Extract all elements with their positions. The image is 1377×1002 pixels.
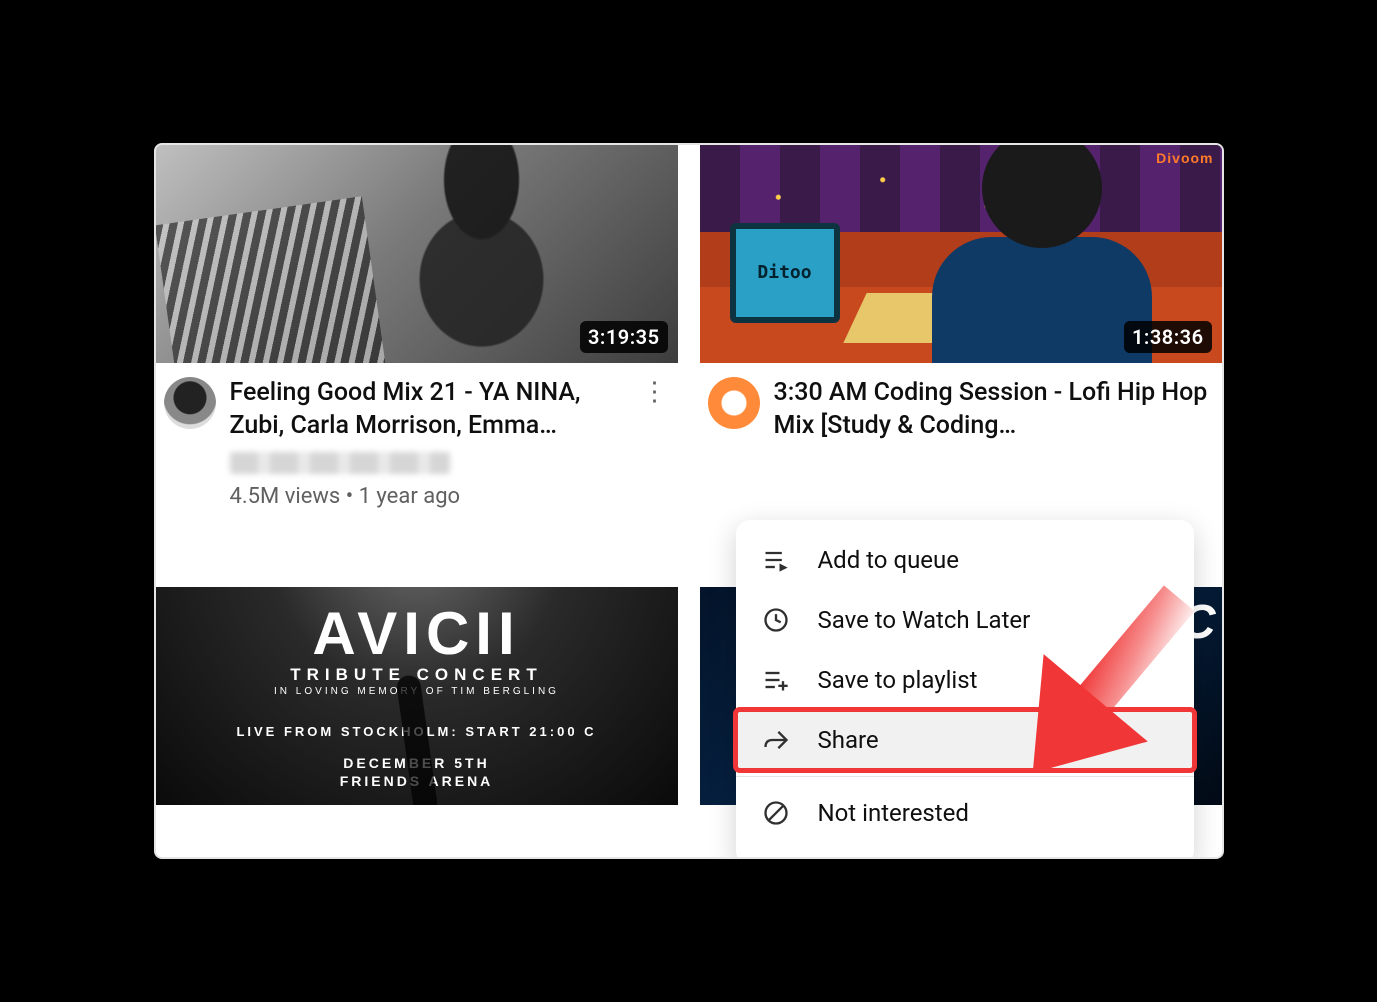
video-thumbnail[interactable]: Divoom 1:38:36	[700, 145, 1222, 363]
not-interested-icon	[762, 799, 790, 827]
channel-avatar[interactable]	[708, 377, 760, 429]
video-meta: Feeling Good Mix 21 - YA NINA, Zubi, Car…	[156, 363, 678, 563]
video-title[interactable]: Feeling Good Mix 21 - YA NINA, Zubi, Car…	[230, 377, 626, 442]
video-thumbnail[interactable]: 3:19:35	[156, 145, 678, 363]
video-context-menu: Add to queue Save to Watch Later Save to…	[736, 520, 1194, 859]
video-card[interactable]: 3:19:35 Feeling Good Mix 21 - YA NINA, Z…	[156, 145, 678, 563]
duration-badge: 1:38:36	[1124, 321, 1212, 353]
more-actions-button[interactable]: ⋮	[640, 377, 670, 407]
menu-item-label: Save to Watch Later	[818, 606, 1031, 634]
video-card[interactable]: AVICII TRIBUTE CONCERT IN LOVING MEMORY …	[156, 587, 678, 805]
video-card[interactable]: Divoom 1:38:36 3:30 AM Coding Session - …	[700, 145, 1222, 563]
menu-divider	[736, 776, 1194, 777]
menu-item-share[interactable]: Share	[736, 710, 1194, 770]
duration-badge: 3:19:35	[580, 321, 668, 353]
app-window: 3:19:35 Feeling Good Mix 21 - YA NINA, Z…	[154, 143, 1224, 859]
menu-item-label: Share	[818, 726, 879, 754]
channel-name-redacted	[230, 452, 450, 474]
video-thumbnail[interactable]: AVICII TRIBUTE CONCERT IN LOVING MEMORY …	[156, 587, 678, 805]
thumbnail-brand-text: Divoom	[1156, 151, 1213, 165]
menu-item-label: Save to playlist	[818, 666, 978, 694]
menu-item-watch-later[interactable]: Save to Watch Later	[736, 590, 1194, 650]
clock-icon	[762, 606, 790, 634]
thumbnail-monitor-graphic	[730, 223, 840, 323]
video-title[interactable]: 3:30 AM Coding Session - Lofi Hip Hop Mi…	[774, 377, 1214, 442]
playlist-add-icon	[762, 666, 790, 694]
menu-item-label: Not interested	[818, 799, 969, 827]
menu-item-not-interested[interactable]: Not interested	[736, 783, 1194, 843]
channel-avatar[interactable]	[164, 377, 216, 429]
video-stats: 4.5M views • 1 year ago	[230, 484, 626, 509]
menu-item-add-to-queue[interactable]: Add to queue	[736, 530, 1194, 590]
menu-item-save-playlist[interactable]: Save to playlist	[736, 650, 1194, 710]
share-icon	[762, 726, 790, 754]
poster-logo: AVICII	[312, 604, 520, 664]
queue-icon	[762, 546, 790, 574]
menu-item-label: Add to queue	[818, 546, 960, 574]
